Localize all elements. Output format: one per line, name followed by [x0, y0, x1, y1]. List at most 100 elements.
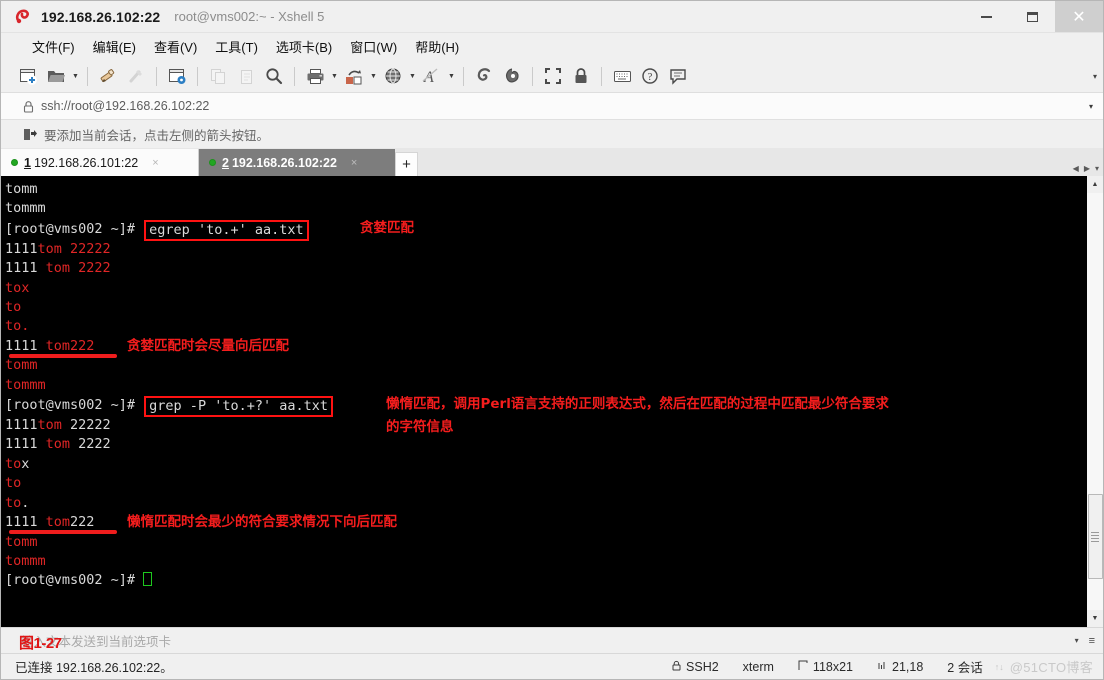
globe-icon[interactable] [379, 63, 407, 89]
transfer-file-icon[interactable] [94, 63, 122, 89]
menu-view[interactable]: 查看(V) [145, 35, 206, 58]
print-icon[interactable] [301, 63, 329, 89]
find-icon[interactable] [260, 63, 288, 89]
address-input[interactable]: ssh://root@192.168.26.102:22 [41, 99, 209, 113]
tab-nav-prev-icon[interactable]: ◀ [1073, 164, 1079, 173]
terminal-text: tom [37, 417, 62, 434]
font-dropdown-caret[interactable]: ▼ [446, 63, 457, 89]
terminal-text: 1111 [5, 240, 38, 257]
xshell-window: 192.168.26.102:22 root@vms002:~ - Xshell… [0, 0, 1104, 680]
globe-dropdown-caret[interactable]: ▼ [407, 63, 418, 89]
menu-edit[interactable]: 编辑(E) [84, 35, 145, 58]
new-tab-button[interactable]: + [395, 152, 418, 176]
menu-help[interactable]: 帮助(H) [406, 35, 468, 58]
terminal-text: tox [5, 279, 30, 296]
keyboard-icon[interactable] [608, 63, 636, 89]
terminal-line: to. [5, 494, 1086, 513]
tab-session-2[interactable]: 2 192.168.26.102:22 × [199, 149, 395, 176]
tab-bar: 1 192.168.26.101:22 × 2 192.168.26.102:2… [1, 148, 1103, 176]
terminal-text: tom222 [45, 337, 95, 354]
terminal-screen[interactable]: tomm tommm [root@vms002 ~]# egrep 'to.+' a… [1, 176, 1086, 627]
terminal-line: 1111 tom222 懒惰匹配时会最少的符合要求情况下向后匹配 [5, 513, 1086, 535]
toolbar-overflow-caret[interactable]: ▾ [1093, 72, 1097, 81]
minimize-button[interactable] [963, 1, 1009, 32]
terminal-text: tomm [5, 357, 38, 374]
cursor-icon [877, 660, 887, 674]
terminal-line: 1111 tom 2222 [5, 259, 1086, 278]
status-terminal-type: xterm [731, 660, 786, 674]
terminal-line: to [5, 474, 1086, 493]
font-icon[interactable]: A [418, 63, 446, 89]
session-properties-icon[interactable] [163, 63, 191, 89]
terminal-scrollbar[interactable]: ▲ ▼ [1086, 176, 1103, 627]
toolbar-separator [156, 66, 157, 86]
comment-icon[interactable] [664, 63, 692, 89]
terminal-text: to [5, 494, 22, 511]
terminal-text: . [21, 494, 30, 511]
highlighted-command: grep -P 'to.+?' aa.txt [144, 396, 333, 418]
terminal-text: tommm [5, 552, 46, 569]
terminal-line: [root@vms002 ~]# egrep 'to.+' aa.txt 贪婪匹配 [5, 219, 1086, 241]
lock-icon [23, 100, 34, 113]
terminal-text: 222 [70, 514, 95, 531]
lock-icon [672, 660, 681, 674]
toolbar-separator [197, 66, 198, 86]
terminal-line: 1111 tom 2222 [5, 435, 1086, 454]
address-dropdown-caret[interactable]: ▾ [1089, 102, 1093, 111]
menu-file[interactable]: 文件(F) [23, 35, 84, 58]
menu-tools[interactable]: 工具(T) [206, 35, 267, 58]
highlighted-command: egrep 'to.+' aa.txt [144, 219, 309, 241]
terminal-line: tommm [5, 376, 1086, 395]
terminal-text: [root@vms002 ~]# [5, 572, 144, 589]
status-size: 118x21 [786, 660, 865, 674]
send-bar-controls: ▾ ≡ [1075, 635, 1095, 647]
terminal-line: 1111tom 22222 [5, 416, 1086, 435]
terminal-text: 1111 [5, 417, 38, 434]
connected-status-dot [11, 159, 18, 166]
terminal-line: 1111tom 22222 [5, 240, 1086, 259]
terminal-line: tox [5, 279, 1086, 298]
help-icon[interactable]: ? [636, 63, 664, 89]
address-bar[interactable]: ssh://root@192.168.26.102:22 ▾ [1, 93, 1103, 120]
fullscreen-icon[interactable] [539, 63, 567, 89]
tab-session-1[interactable]: 1 192.168.26.101:22 × [1, 149, 199, 176]
lock-icon[interactable] [567, 63, 595, 89]
terminal-text: 1111 [5, 436, 46, 453]
new-session-icon[interactable] [14, 63, 42, 89]
terminal-line: tomm [5, 180, 1086, 199]
title-bar: 192.168.26.102:22 root@vms002:~ - Xshell… [1, 1, 1103, 33]
scrollbar-track[interactable] [1086, 193, 1103, 610]
maximize-button[interactable] [1009, 1, 1055, 32]
terminal-text: tommm [5, 376, 46, 393]
status-cursor-label: 21,18 [892, 659, 924, 674]
scroll-up-icon[interactable]: ▲ [1086, 176, 1103, 193]
scroll-down-icon[interactable]: ▼ [1086, 610, 1103, 627]
tab-nav-next-icon[interactable]: ▶ [1084, 164, 1090, 173]
ftp-icon[interactable] [498, 63, 526, 89]
scrollbar-thumb[interactable] [1087, 494, 1103, 579]
disconnect-icon [122, 63, 150, 89]
close-button[interactable]: ✕ [1055, 1, 1103, 32]
tab-nav-controls: ◀ ▶ ▾ [1073, 164, 1099, 173]
tab-2-close-icon[interactable]: × [351, 157, 357, 169]
sftp-icon[interactable] [470, 63, 498, 89]
tab-nav-menu-icon[interactable]: ▾ [1095, 164, 1099, 173]
print-dropdown-caret[interactable]: ▼ [329, 63, 340, 89]
terminal-text: tomm [5, 181, 38, 197]
tab-1-close-icon[interactable]: × [152, 157, 158, 169]
send-to-tab-bar[interactable]: 输入文本发送到当前选项卡 图1-27 ▾ ≡ [1, 627, 1103, 653]
menu-tabs[interactable]: 选项卡(B) [267, 35, 341, 58]
toolbar-separator [463, 66, 464, 86]
open-dropdown-caret[interactable]: ▼ [70, 63, 81, 89]
send-dropdown-caret[interactable]: ▾ [1075, 636, 1079, 645]
menu-window[interactable]: 窗口(W) [341, 35, 406, 58]
terminal-line: to. [5, 317, 1086, 336]
terminal-text: tom 2222 [45, 260, 111, 277]
file-transfer-dropdown-caret[interactable]: ▼ [368, 63, 379, 89]
connected-status-dot [209, 159, 216, 166]
open-folder-icon[interactable] [42, 63, 70, 89]
add-session-icon [23, 128, 37, 141]
file-transfer-icon[interactable] [340, 63, 368, 89]
send-menu-icon[interactable]: ≡ [1089, 635, 1095, 647]
terminal-text: x [21, 455, 30, 472]
